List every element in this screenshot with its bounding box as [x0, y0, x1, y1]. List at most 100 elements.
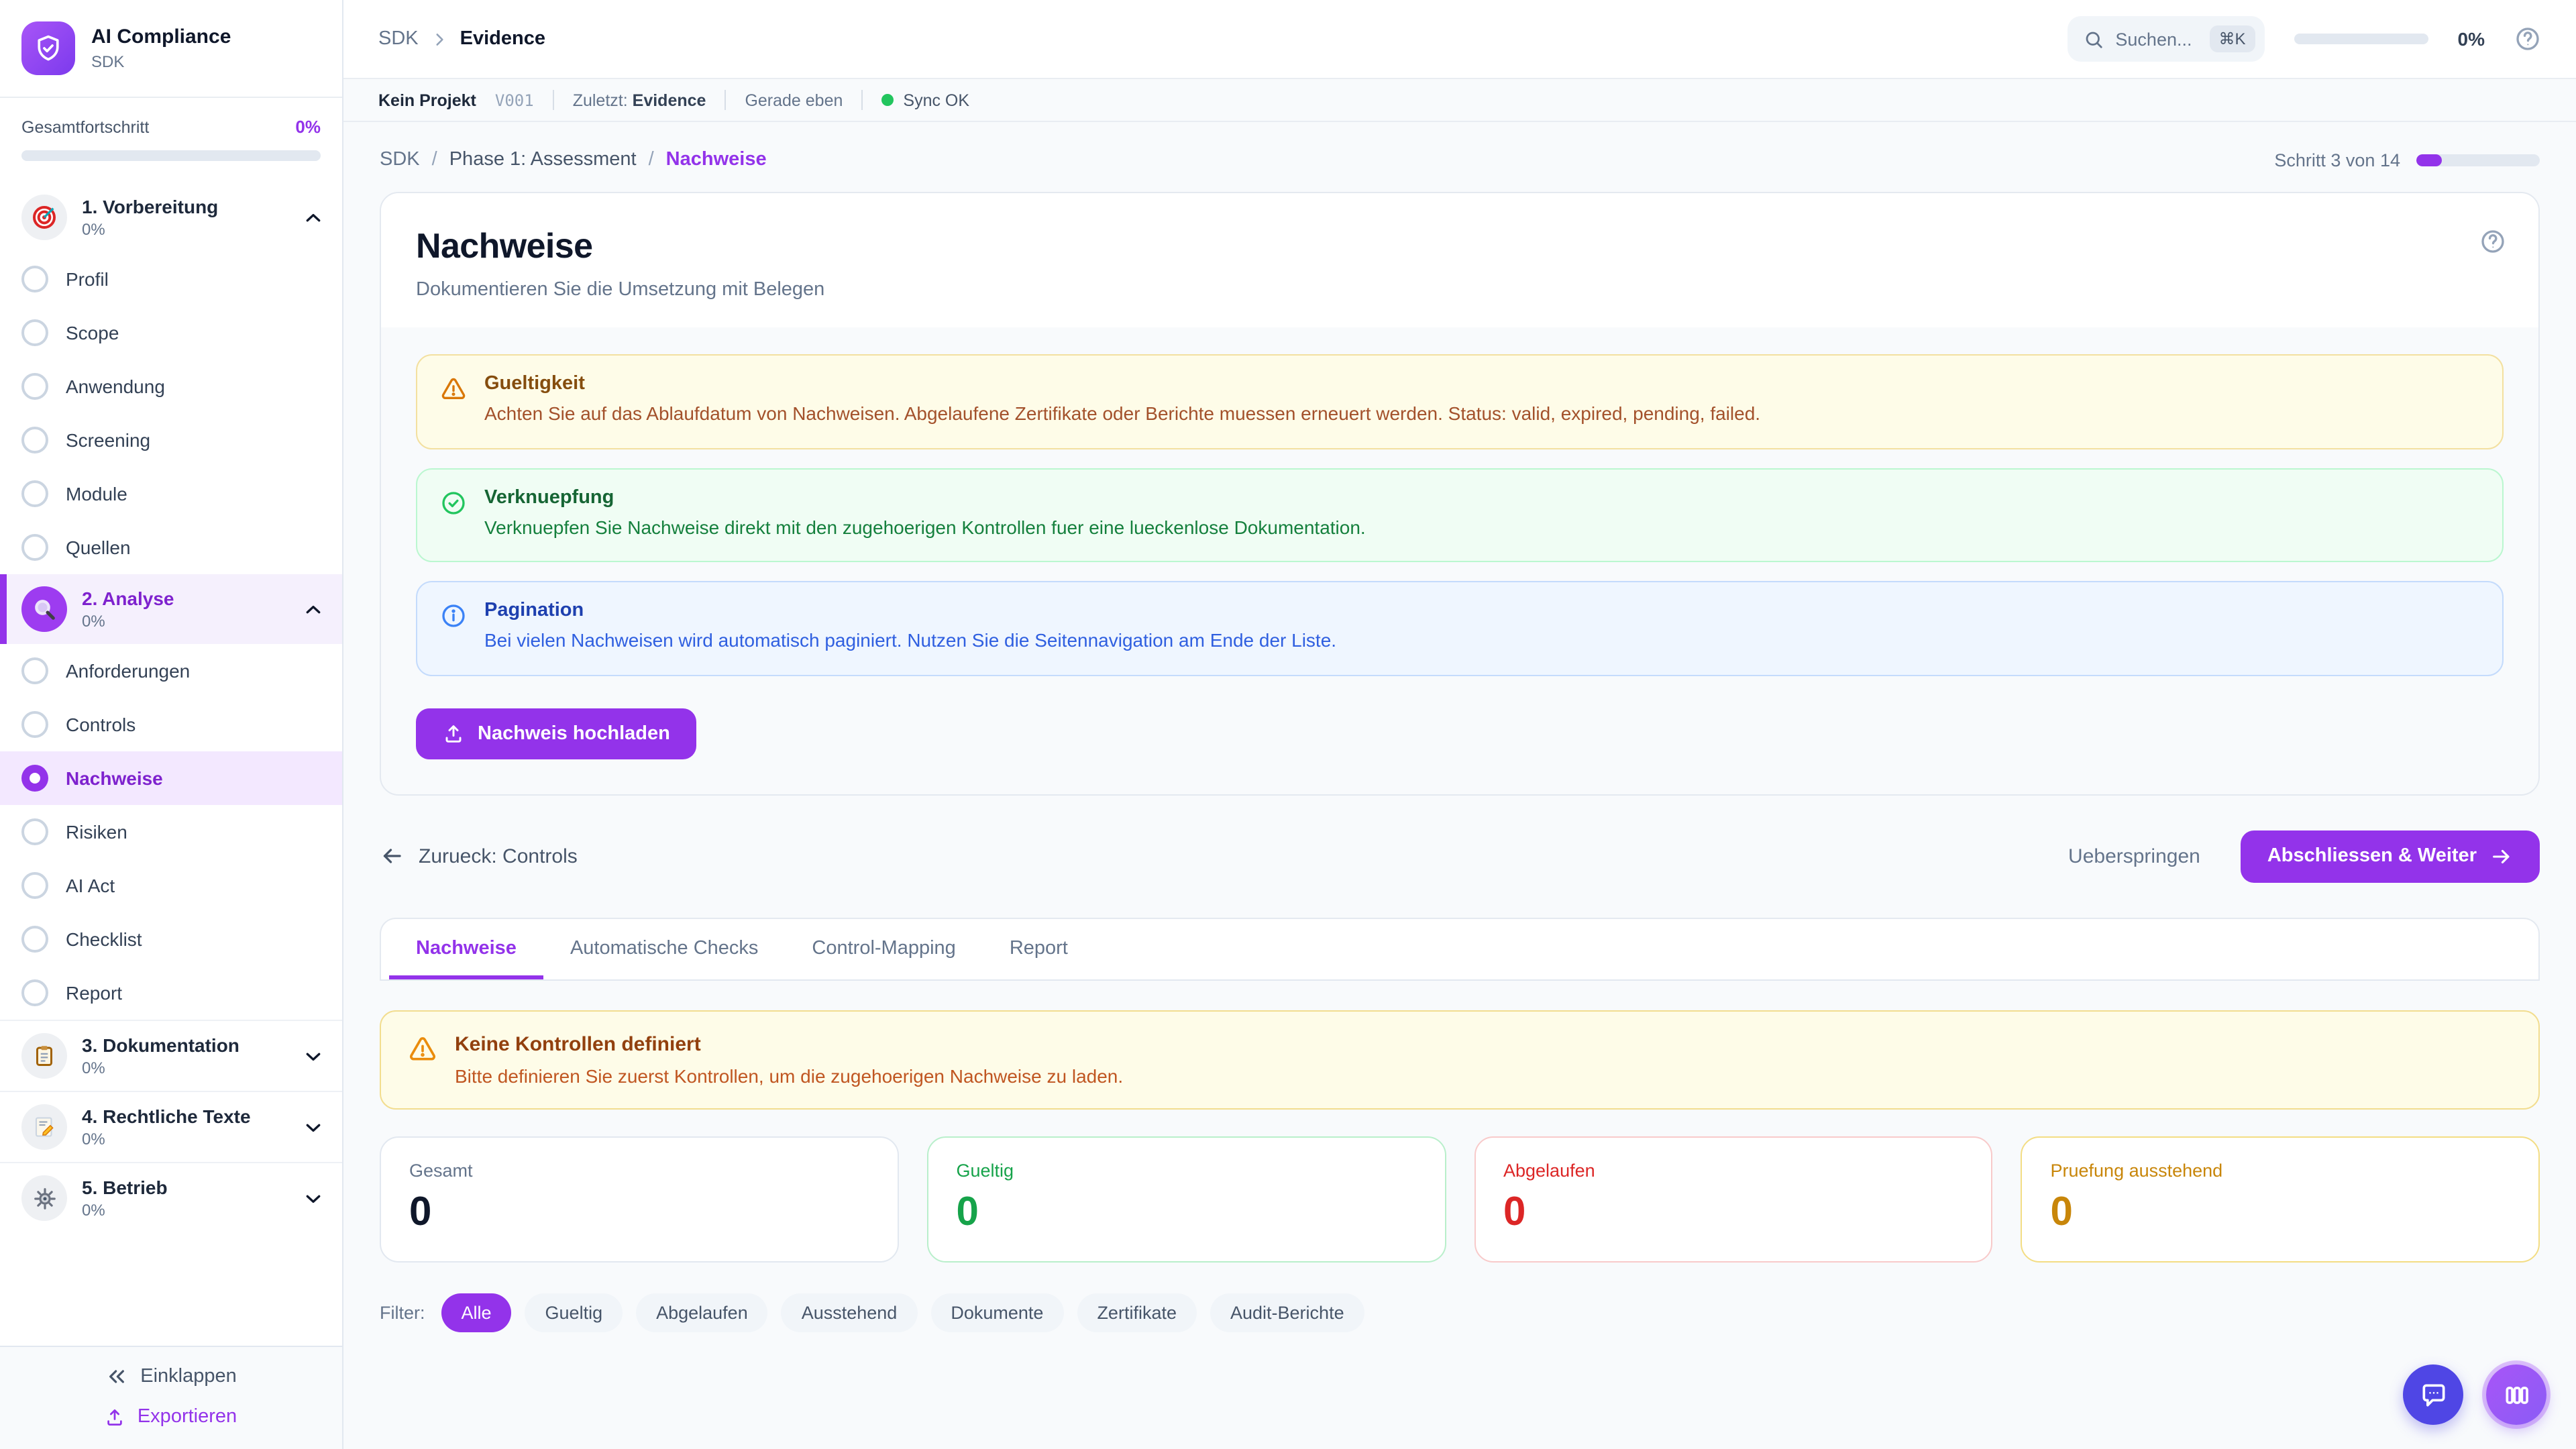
sidebar-item-checklist[interactable]: Checklist [0, 912, 342, 966]
magnifier-icon [21, 586, 67, 632]
page-title: Nachweise [416, 225, 2504, 267]
nachweise-card: Nachweise Dokumentieren Sie die Umsetzun… [380, 192, 2540, 796]
sidebar-item-profil[interactable]: Profil [0, 252, 342, 306]
sidebar-footer: Einklappen Exportieren [0, 1346, 342, 1449]
step-bullet [21, 319, 48, 346]
sidebar-section-betrieb[interactable]: 5. Betrieb 0% [0, 1162, 342, 1233]
sidebar-section-vorbereitung[interactable]: 1. Vorbereitung 0% [0, 182, 342, 252]
step-bullet [21, 657, 48, 684]
breadcrumb-current: Evidence [460, 28, 545, 50]
step-indicator: Schritt 3 von 14 [2274, 150, 2540, 170]
help-icon[interactable] [2479, 228, 2506, 255]
last-label: Zuletzt: [573, 91, 628, 109]
page-subtitle: Dokumentieren Sie die Umsetzung mit Bele… [416, 279, 2504, 301]
section-title: 1. Vorbereitung [82, 196, 288, 219]
tabs-bar: Nachweise Automatische Checks Control-Ma… [380, 918, 2540, 981]
filter-pill-ausstehend[interactable]: Ausstehend [782, 1293, 918, 1332]
tab-automatische-checks[interactable]: Automatische Checks [543, 919, 785, 979]
top-progress-value: 0% [2458, 28, 2485, 50]
breadcrumb-sdk[interactable]: SDK [380, 149, 420, 170]
tab-report[interactable]: Report [983, 919, 1095, 979]
sidebar-nav: 1. Vorbereitung 0% Profil Scope Anwendun… [0, 182, 342, 1346]
alert-text: Verknuepfen Sie Nachweise direkt mit den… [484, 515, 1366, 541]
filter-pill-gueltig[interactable]: Gueltig [525, 1293, 623, 1332]
section-progress: 0% [82, 1059, 288, 1078]
page-breadcrumb: SDK / Phase 1: Assessment / Nachweise [380, 149, 767, 170]
filter-pill-dokumente[interactable]: Dokumente [930, 1293, 1063, 1332]
stat-label: Gesamt [409, 1161, 869, 1181]
stat-value: 0 [2051, 1190, 2511, 1236]
sidebar-item-screening[interactable]: Screening [0, 413, 342, 467]
filter-pill-abgelaufen[interactable]: Abgelaufen [636, 1293, 768, 1332]
sync-status: Sync OK [881, 91, 969, 109]
columns-fab-button[interactable] [2486, 1364, 2546, 1425]
finish-and-next-button[interactable]: Abschliessen & Weiter [2241, 830, 2540, 883]
sidebar-item-anforderungen[interactable]: Anforderungen [0, 644, 342, 698]
breadcrumb-phase[interactable]: Phase 1: Assessment [449, 149, 637, 170]
step-label: Schritt 3 von 14 [2274, 150, 2400, 170]
sidebar-section-rechtliche-texte[interactable]: 4. Rechtliche Texte 0% [0, 1091, 342, 1162]
step-bullet [21, 818, 48, 845]
step-bullet [21, 373, 48, 400]
sidebar-item-anwendung[interactable]: Anwendung [0, 360, 342, 413]
sidebar-item-quellen[interactable]: Quellen [0, 521, 342, 574]
app-title: AI Compliance [91, 25, 231, 50]
step-progress-bar [2416, 154, 2540, 166]
upload-icon [443, 723, 464, 745]
breadcrumb-root[interactable]: SDK [378, 28, 419, 50]
chat-fab-button[interactable] [2403, 1364, 2463, 1425]
check-circle-icon [440, 489, 467, 541]
search-icon [2083, 29, 2103, 49]
stat-value: 0 [1503, 1190, 1964, 1236]
step-bullet [21, 926, 48, 953]
step-bullet [21, 711, 48, 738]
section-progress: 0% [82, 612, 288, 631]
stat-card-gesamt: Gesamt 0 [380, 1136, 899, 1263]
tab-control-mapping[interactable]: Control-Mapping [785, 919, 982, 979]
columns-icon [2502, 1380, 2531, 1409]
clipboard-icon [21, 1033, 67, 1079]
sidebar-item-module[interactable]: Module [0, 467, 342, 521]
overall-progress-bar [21, 150, 321, 161]
help-icon[interactable] [2514, 25, 2541, 52]
sidebar-item-controls[interactable]: Controls [0, 698, 342, 751]
stat-card-abgelaufen: Abgelaufen 0 [1474, 1136, 1993, 1263]
warning-triangle-icon [408, 1034, 437, 1087]
collapse-sidebar-button[interactable]: Einklappen [105, 1366, 237, 1387]
sidebar-item-nachweise[interactable]: Nachweise [0, 751, 342, 805]
filter-pill-alle[interactable]: Alle [441, 1293, 512, 1332]
sidebar-item-report[interactable]: Report [0, 966, 342, 1020]
alert-gueltigkeit: Gueltigkeit Achten Sie auf das Ablaufdat… [416, 354, 2504, 449]
sidebar-section-dokumentation[interactable]: 3. Dokumentation 0% [0, 1020, 342, 1091]
divider [553, 90, 554, 110]
stat-label: Pruefung ausstehend [2051, 1161, 2511, 1181]
sidebar-item-risiken[interactable]: Risiken [0, 805, 342, 859]
app-logo [21, 21, 75, 75]
step-bullet [21, 534, 48, 561]
tab-nachweise[interactable]: Nachweise [389, 919, 543, 979]
memo-icon [21, 1104, 67, 1150]
status-bar: Kein Projekt V001 Zuletzt: Evidence Gera… [343, 79, 2576, 122]
step-bullet [21, 979, 48, 1006]
filter-pill-zertifikate[interactable]: Zertifikate [1077, 1293, 1197, 1332]
sidebar-section-analyse[interactable]: 2. Analyse 0% [0, 574, 342, 644]
chevron-down-icon [303, 1046, 323, 1066]
step-bullet [21, 266, 48, 292]
arrow-right-icon [2490, 845, 2513, 868]
warning-text: Bitte definieren Sie zuerst Kontrollen, … [455, 1065, 1123, 1087]
search-input[interactable]: Suchen... ⌘K [2067, 16, 2264, 62]
section-progress: 0% [82, 1130, 288, 1149]
chevron-up-icon [303, 207, 323, 227]
sidebar-item-ai-act[interactable]: AI Act [0, 859, 342, 912]
skip-button[interactable]: Ueberspringen [2068, 845, 2200, 868]
search-placeholder: Suchen... [2115, 29, 2192, 49]
last-value: Evidence [633, 91, 706, 109]
step-bullet [21, 480, 48, 507]
sidebar-item-scope[interactable]: Scope [0, 306, 342, 360]
gear-icon [21, 1175, 67, 1221]
back-to-controls-link[interactable]: Zurueck: Controls [380, 845, 578, 869]
filter-label: Filter: [380, 1303, 425, 1323]
filter-pill-audit-berichte[interactable]: Audit-Berichte [1210, 1293, 1364, 1332]
upload-evidence-button[interactable]: Nachweis hochladen [416, 708, 697, 759]
export-button[interactable]: Exportieren [105, 1406, 237, 1428]
